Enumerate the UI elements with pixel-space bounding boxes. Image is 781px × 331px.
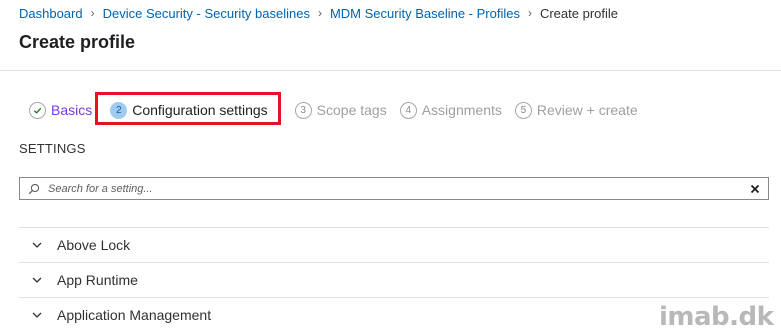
chevron-down-icon <box>31 309 43 321</box>
chevron-down-icon <box>31 274 43 286</box>
step-number: 2 <box>110 101 128 119</box>
step-label: Review + create <box>536 102 638 118</box>
settings-groups: Above Lock App Runtime Application Manag… <box>19 227 769 331</box>
chevron-down-icon <box>31 239 43 251</box>
breadcrumb: Dashboard › Device Security - Security b… <box>19 4 618 22</box>
group-app-runtime[interactable]: App Runtime <box>19 262 769 297</box>
step-label: Configuration settings <box>132 102 268 118</box>
step-review-create[interactable]: 5 Review + create <box>514 101 638 119</box>
group-above-lock[interactable]: Above Lock <box>19 227 769 262</box>
watermark: imab.dk <box>659 302 774 331</box>
settings-heading: SETTINGS <box>19 141 86 156</box>
breadcrumb-current: Create profile <box>539 5 619 21</box>
search-icon <box>28 183 40 195</box>
breadcrumb-dashboard-link[interactable]: Dashboard <box>19 6 83 21</box>
step-label: Assignments <box>421 102 502 118</box>
group-label: Application Management <box>57 307 212 323</box>
step-basics[interactable]: Basics <box>29 101 93 119</box>
group-label: App Runtime <box>57 272 138 288</box>
step-scope-tags[interactable]: 3 Scope tags <box>294 101 387 119</box>
step-configuration-settings[interactable]: 2 Configuration settings <box>110 101 268 119</box>
step-assignments[interactable]: 4 Assignments <box>399 101 502 119</box>
group-label: Above Lock <box>57 237 131 253</box>
breadcrumb-baseline-profiles-link[interactable]: MDM Security Baseline - Profiles <box>330 6 520 21</box>
chevron-right-icon: › <box>90 6 95 20</box>
search-input[interactable] <box>48 178 744 199</box>
step-label: Basics <box>51 102 93 118</box>
chevron-right-icon: › <box>317 6 322 20</box>
wizard-steps: Basics 2 Configuration settings 3 Scope … <box>29 99 651 121</box>
header-divider <box>0 70 781 71</box>
step-number: 4 <box>399 101 417 119</box>
step-number: 5 <box>514 101 532 119</box>
breadcrumb-security-baselines-link[interactable]: Device Security - Security baselines <box>103 6 310 21</box>
close-icon[interactable] <box>744 178 766 200</box>
chevron-right-icon: › <box>527 6 532 20</box>
checkmark-icon <box>29 101 46 119</box>
page-title: Create profile <box>19 32 136 52</box>
search-box <box>19 177 769 200</box>
group-application-management[interactable]: Application Management <box>19 297 769 331</box>
step-number: 3 <box>294 101 312 119</box>
step-label: Scope tags <box>316 102 387 118</box>
